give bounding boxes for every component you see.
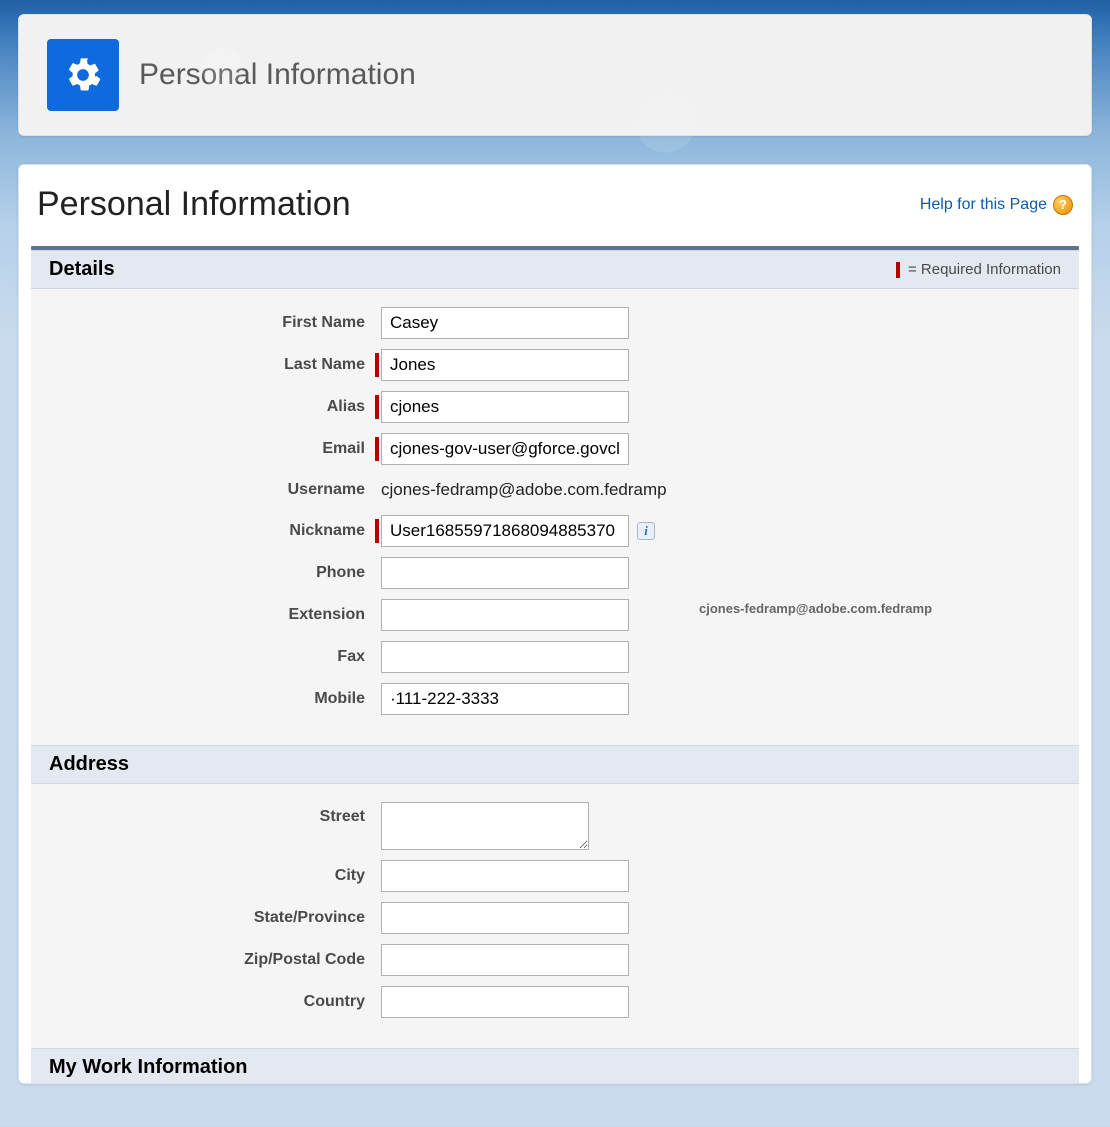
section-title-address: Address	[49, 753, 129, 776]
label-phone: Phone	[31, 564, 381, 582]
required-legend: = Required Information	[896, 261, 1061, 278]
section-header-address: Address	[31, 745, 1079, 784]
phone-input[interactable]	[381, 557, 629, 589]
label-zip: Zip/Postal Code	[31, 951, 381, 969]
mobile-input[interactable]	[381, 683, 629, 715]
label-nickname: Nickname	[31, 522, 381, 540]
header-title: Personal Information	[139, 58, 416, 92]
alias-input[interactable]	[381, 391, 629, 423]
nickname-input[interactable]	[381, 515, 629, 547]
label-fax: Fax	[31, 648, 381, 666]
required-legend-text: = Required Information	[908, 261, 1061, 278]
country-input[interactable]	[381, 986, 629, 1018]
label-city: City	[31, 867, 381, 885]
page-header-card: Personal Information	[18, 14, 1092, 136]
label-street: Street	[31, 802, 381, 826]
label-username: Username	[31, 481, 381, 499]
info-icon[interactable]: i	[637, 522, 655, 540]
label-email: Email	[31, 440, 381, 458]
label-first-name: First Name	[31, 314, 381, 332]
scroll-area[interactable]: Personal Information Help for this Page …	[19, 165, 1091, 1083]
label-state: State/Province	[31, 909, 381, 927]
details-form: First Name Last Name Alias Email	[31, 289, 1079, 745]
section-title-work: My Work Information	[49, 1056, 248, 1079]
zip-input[interactable]	[381, 944, 629, 976]
help-icon: ?	[1053, 195, 1073, 215]
label-alias: Alias	[31, 398, 381, 416]
help-link[interactable]: Help for this Page ?	[920, 195, 1073, 215]
help-link-label: Help for this Page	[920, 196, 1047, 214]
last-name-input[interactable]	[381, 349, 629, 381]
street-input[interactable]	[381, 802, 589, 850]
required-bar-icon	[896, 262, 900, 278]
state-input[interactable]	[381, 902, 629, 934]
page-title: Personal Information	[37, 185, 351, 224]
section-title-details: Details	[49, 258, 115, 281]
fax-input[interactable]	[381, 641, 629, 673]
first-name-input[interactable]	[381, 307, 629, 339]
main-card: Personal Information Help for this Page …	[18, 164, 1092, 1084]
extension-input[interactable]	[381, 599, 629, 631]
section-header-work: My Work Information	[31, 1048, 1079, 1083]
address-form: Street City State/Province Zip/Postal Co…	[31, 784, 1079, 1048]
extension-tooltip: cjones-fedramp@adobe.com.fedramp	[699, 601, 932, 616]
gear-icon	[47, 39, 119, 111]
email-input[interactable]	[381, 433, 629, 465]
label-country: Country	[31, 993, 381, 1011]
city-input[interactable]	[381, 860, 629, 892]
section-header-details: Details = Required Information	[31, 250, 1079, 289]
label-last-name: Last Name	[31, 356, 381, 374]
label-extension: Extension	[31, 606, 381, 624]
label-mobile: Mobile	[31, 690, 381, 708]
username-value: cjones-fedramp@adobe.com.fedramp	[381, 480, 667, 500]
